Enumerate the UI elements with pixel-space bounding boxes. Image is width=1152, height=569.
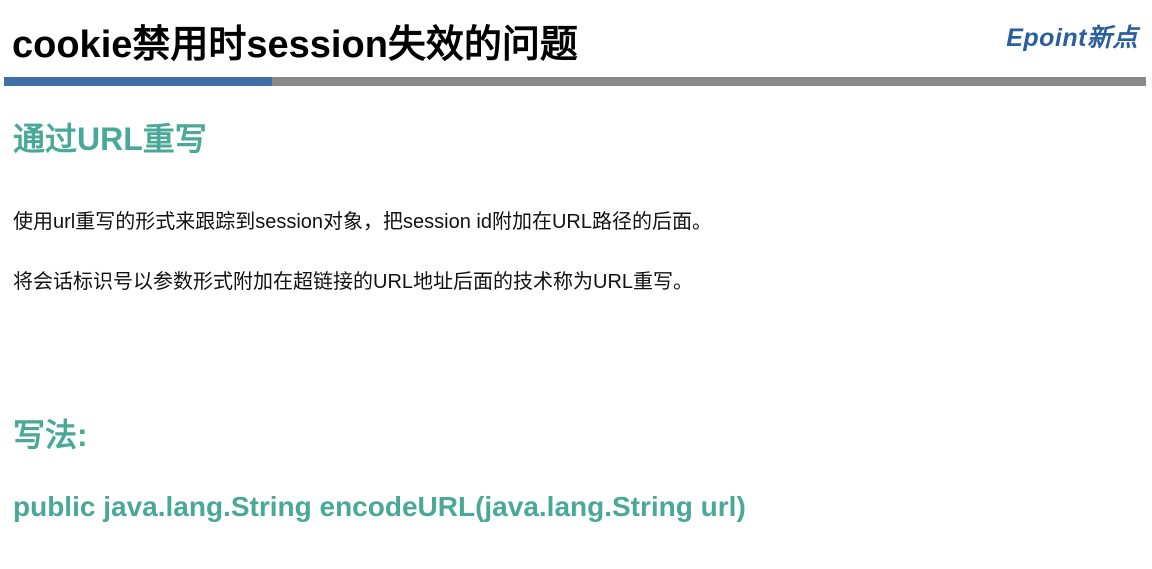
method-signature: public java.lang.String encodeURL(java.l… <box>13 491 746 522</box>
title-divider-rest <box>272 77 1146 86</box>
section-heading-usage: 写法: <box>13 417 88 453</box>
title-divider <box>4 77 1146 86</box>
paragraph-1: 使用url重写的形式来跟踪到session对象，把session id附加在UR… <box>13 211 712 233</box>
paragraph-2: 将会话标识号以参数形式附加在超链接的URL地址后面的技术称为URL重写。 <box>13 271 694 293</box>
epoint-logo: Epoint新点 <box>1006 24 1138 52</box>
slide-title: cookie禁用时session失效的问题 <box>12 24 578 66</box>
slide: cookie禁用时session失效的问题 Epoint新点 通过URL重写 使… <box>0 0 1152 569</box>
section-heading-url-rewrite: 通过URL重写 <box>13 121 207 157</box>
title-divider-accent <box>4 77 272 86</box>
